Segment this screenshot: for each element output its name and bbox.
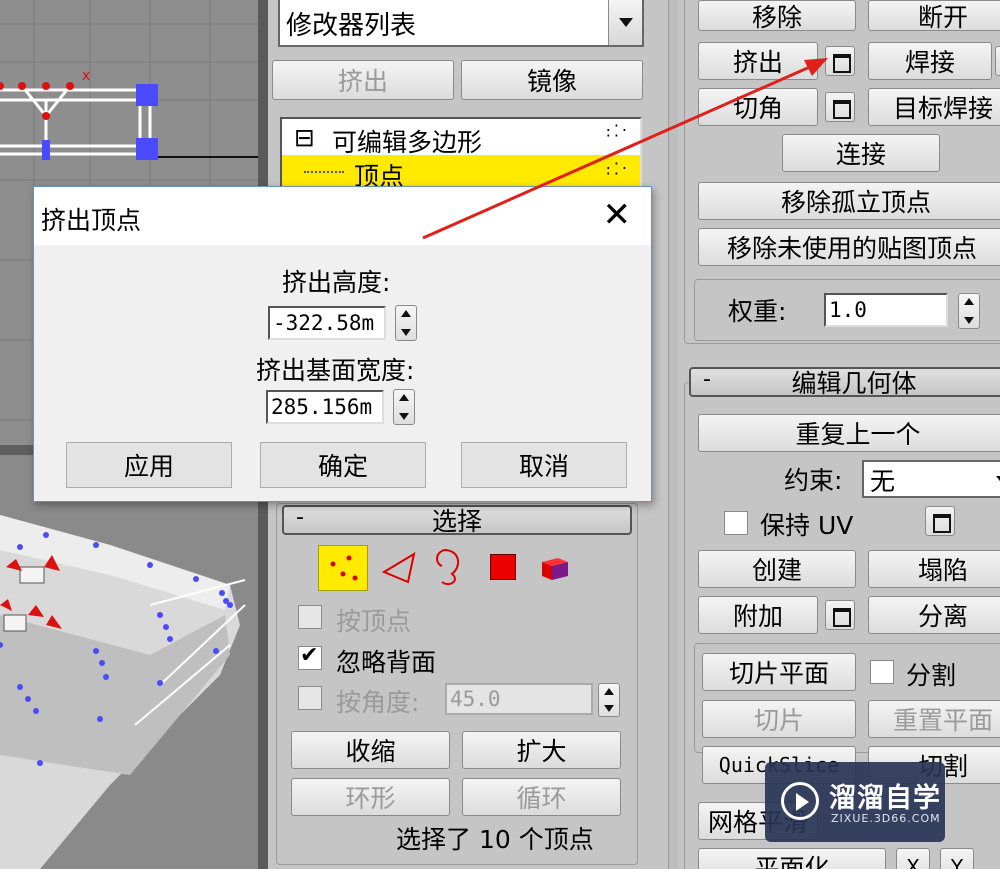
create-button[interactable]: 创建 (698, 550, 856, 588)
shrink-button[interactable]: 收缩 (291, 731, 450, 769)
collapse-icon: - (296, 505, 304, 530)
edge-mode-icon[interactable] (378, 548, 418, 588)
ignore-backfacing-checkbox[interactable]: ✔ (298, 643, 322, 670)
remove-unused-map-vertices-button[interactable]: 移除未使用的贴图顶点 (698, 228, 1000, 266)
break-button[interactable]: 断开 (868, 0, 1000, 31)
angle-field[interactable]: 45.0 (445, 683, 593, 715)
ok-button[interactable]: 确定 (260, 442, 426, 488)
attach-button[interactable]: 附加 (698, 596, 818, 634)
svg-text:x: x (82, 68, 90, 84)
close-icon[interactable]: ✕ (603, 195, 632, 235)
by-vertex-checkbox[interactable] (298, 605, 322, 629)
planarize-x-button[interactable]: X (896, 848, 930, 869)
rollout-title: 选择 (431, 507, 482, 536)
grow-button[interactable]: 扩大 (462, 731, 621, 769)
cancel-button[interactable]: 取消 (461, 442, 627, 488)
vertex-dots-icon: .·. ·· (605, 116, 630, 145)
attach-settings-icon[interactable] (825, 600, 855, 630)
slice-plane-button[interactable]: 切片平面 (702, 653, 856, 691)
constraints-value: 无 (870, 467, 896, 496)
extrude-height-label: 挤出高度: (282, 268, 391, 297)
angle-spinner[interactable] (598, 683, 620, 717)
split-label: 分割 (906, 661, 957, 690)
checkmark-icon: ✔ (300, 643, 319, 668)
planarize-button[interactable]: 平面化 (698, 848, 886, 869)
weight-spinner[interactable] (958, 293, 980, 329)
weight-field[interactable]: 1.0 (824, 293, 948, 327)
chevron-down-icon (996, 476, 1000, 485)
border-mode-icon[interactable] (430, 546, 466, 588)
panel-scrollbar[interactable] (668, 0, 678, 869)
chevron-down-icon[interactable] (608, 0, 642, 45)
stack-extrude-button[interactable]: 挤出 (272, 60, 454, 100)
slice-button[interactable]: 切片 (702, 700, 856, 738)
selection-rollout-header[interactable]: - 选择 (282, 505, 632, 536)
constraints-dropdown[interactable]: 无 (862, 460, 1000, 498)
by-angle-label: 按角度: (336, 688, 420, 717)
extrude-base-width-field[interactable]: 285.156m (266, 390, 384, 424)
weld-settings-icon[interactable] (995, 46, 1000, 76)
mirror-button[interactable]: 镜像 (461, 60, 643, 100)
loop-button[interactable]: 循环 (462, 778, 621, 816)
weld-button[interactable]: 焊接 (868, 42, 992, 80)
target-weld-button[interactable]: 目标焊接 (868, 88, 1000, 126)
vertex-mode-icon[interactable] (318, 545, 368, 591)
element-mode-icon[interactable] (538, 550, 574, 584)
extrude-height-field[interactable]: -322.58m (268, 306, 386, 340)
collapse-icon: - (703, 367, 711, 392)
rollout-title: 编辑几何体 (791, 369, 917, 398)
preserve-uv-settings-icon[interactable] (925, 506, 955, 536)
stack-item-label: 可编辑多边形 (332, 128, 483, 157)
polygon-mode-icon[interactable] (490, 554, 516, 580)
dialog-titlebar[interactable]: 挤出顶点 ✕ (34, 187, 651, 245)
vertex-extrude-button[interactable]: 挤出 (698, 42, 818, 80)
dialog-title: 挤出顶点 (41, 206, 142, 235)
by-angle-checkbox[interactable] (298, 686, 322, 710)
remove-button[interactable]: 移除 (698, 0, 856, 31)
split-checkbox[interactable] (870, 660, 894, 684)
constraints-label: 约束: (784, 466, 843, 495)
collapse-button[interactable]: 塌陷 (868, 550, 1000, 588)
ignore-backfacing-label: 忽略背面 (336, 648, 437, 677)
extrude-base-width-label: 挤出基面宽度: (256, 356, 415, 385)
reset-plane-button[interactable]: 重置平面 (868, 700, 1000, 738)
chamfer-button[interactable]: 切角 (698, 88, 818, 126)
planarize-y-button[interactable]: Y (940, 848, 974, 869)
modifier-list-dropdown[interactable]: 修改器列表 (278, 0, 644, 47)
weight-label: 权重: (728, 297, 787, 326)
watermark-name: 溜溜自学 (829, 783, 941, 814)
watermark-url: ZIXUE.3D66.COM (831, 812, 941, 825)
stack-item-vertex[interactable]: 顶点 .·. ·· (282, 154, 640, 191)
extrude-settings-icon[interactable] (825, 46, 855, 76)
ring-button[interactable]: 环形 (291, 778, 450, 816)
perspective-viewport[interactable] (0, 455, 258, 869)
modifier-list-label: 修改器列表 (286, 11, 417, 41)
tree-line (304, 171, 344, 173)
extrude-vertices-dialog: 挤出顶点 ✕ 挤出高度: -322.58m 挤出基面宽度: 285.156m 应… (33, 186, 652, 502)
edit-geometry-header[interactable]: - 编辑几何体 (689, 367, 1000, 398)
preserve-uv-checkbox[interactable] (724, 511, 748, 535)
preserve-uv-label: 保持 UV (760, 511, 854, 540)
extrude-base-width-spinner[interactable] (393, 389, 415, 425)
apply-button[interactable]: 应用 (66, 442, 232, 488)
selection-status: 选择了 10 个顶点 (396, 825, 594, 854)
stack-item-editable-poly[interactable]: ⊟ 可编辑多边形 .·. ·· (282, 116, 640, 158)
connect-button[interactable]: 连接 (782, 134, 940, 172)
by-vertex-label: 按顶点 (336, 607, 412, 636)
watermark-logo: 溜溜自学 ZIXUE.3D66.COM (765, 762, 945, 842)
perspective-viewport-drawing (0, 515, 246, 869)
collapse-icon[interactable]: ⊟ (294, 123, 315, 152)
remove-isolated-vertices-button[interactable]: 移除孤立顶点 (698, 182, 1000, 220)
chamfer-settings-icon[interactable] (825, 92, 855, 122)
detach-button[interactable]: 分离 (868, 596, 1000, 634)
repeat-last-button[interactable]: 重复上一个 (698, 414, 1000, 452)
vertex-dots-icon (330, 555, 358, 581)
vertex-dots-icon: .·. ·· (605, 154, 630, 183)
play-icon (781, 782, 819, 820)
extrude-height-spinner[interactable] (395, 305, 417, 341)
